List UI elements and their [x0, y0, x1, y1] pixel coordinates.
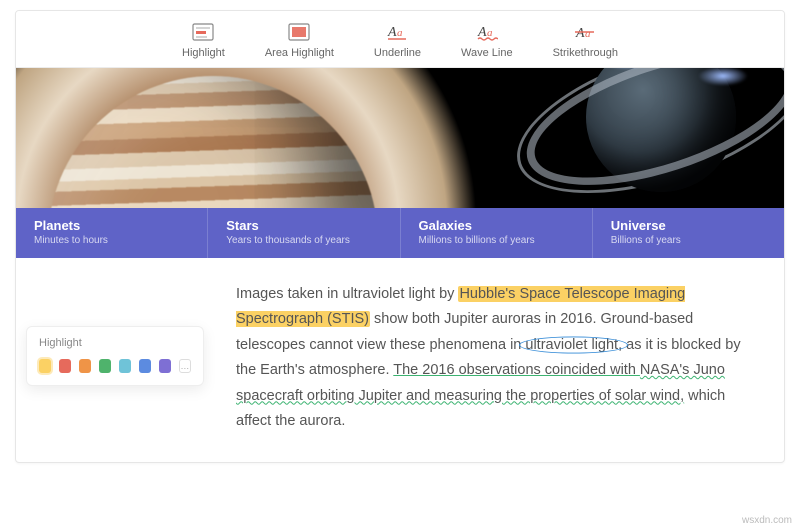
- color-swatch-orange[interactable]: [79, 359, 91, 373]
- panel-title: Highlight: [39, 337, 191, 349]
- category-universe[interactable]: Universe Billions of years: [592, 208, 784, 258]
- highlight-icon: [190, 21, 216, 43]
- app-window: Highlight Area Highlight Aa Underline Aa…: [15, 10, 785, 463]
- svg-text:A: A: [477, 25, 487, 40]
- tool-highlight[interactable]: Highlight: [176, 19, 231, 61]
- category-subtitle: Millions to billions of years: [419, 235, 574, 246]
- underline-icon: Aa: [384, 21, 410, 43]
- tool-label: Wave Line: [461, 47, 513, 59]
- tool-label: Underline: [374, 47, 421, 59]
- svg-text:A: A: [575, 26, 585, 41]
- category-subtitle: Minutes to hours: [34, 235, 189, 246]
- area-highlight-icon: [286, 21, 312, 43]
- svg-text:A: A: [387, 25, 397, 40]
- category-planets[interactable]: Planets Minutes to hours: [16, 208, 207, 258]
- more-colors-button[interactable]: …: [179, 359, 191, 373]
- jupiter-image: [48, 76, 378, 208]
- color-swatch-purple[interactable]: [159, 359, 171, 373]
- annotation-toolbar: Highlight Area Highlight Aa Underline Aa…: [16, 11, 784, 68]
- category-title: Planets: [34, 218, 189, 233]
- text-run: Images taken in ultraviolet light by: [236, 286, 458, 302]
- category-subtitle: Billions of years: [611, 235, 766, 246]
- saturn-image: [566, 68, 756, 208]
- tool-label: Area Highlight: [265, 47, 334, 59]
- underlined-text[interactable]: The 2016 observations coincided with: [393, 362, 640, 378]
- category-stars[interactable]: Stars Years to thousands of years: [207, 208, 399, 258]
- category-subtitle: Years to thousands of years: [226, 235, 381, 246]
- color-swatch-green[interactable]: [99, 359, 111, 373]
- circled-text[interactable]: ultraviolet light,: [525, 337, 622, 353]
- tool-underline[interactable]: Aa Underline: [368, 19, 427, 61]
- svg-text:a: a: [585, 28, 591, 40]
- color-swatch-row: …: [39, 359, 191, 373]
- watermark-text: wsxdn.com: [742, 515, 792, 526]
- tool-wave-line[interactable]: Aa Wave Line: [455, 19, 519, 61]
- color-swatch-blue[interactable]: [139, 359, 151, 373]
- category-bar: Planets Minutes to hours Stars Years to …: [16, 208, 784, 258]
- category-title: Stars: [226, 218, 381, 233]
- tool-label: Highlight: [182, 47, 225, 59]
- tool-label: Strikethrough: [553, 47, 618, 59]
- color-swatch-red[interactable]: [59, 359, 71, 373]
- category-title: Galaxies: [419, 218, 574, 233]
- tool-area-highlight[interactable]: Area Highlight: [259, 19, 340, 61]
- wave-line-icon: Aa: [474, 21, 500, 43]
- category-galaxies[interactable]: Galaxies Millions to billions of years: [400, 208, 592, 258]
- tool-strikethrough[interactable]: Aa Strikethrough: [547, 19, 624, 61]
- hero-image: [16, 68, 784, 208]
- color-swatch-yellow[interactable]: [39, 359, 51, 373]
- strikethrough-icon: Aa: [572, 21, 598, 43]
- category-title: Universe: [611, 218, 766, 233]
- highlight-color-panel: Highlight …: [26, 326, 204, 386]
- color-swatch-cyan[interactable]: [119, 359, 131, 373]
- svg-text:a: a: [397, 27, 403, 39]
- svg-text:a: a: [487, 27, 493, 39]
- body-paragraph[interactable]: Images taken in ultraviolet light by Hub…: [236, 282, 756, 434]
